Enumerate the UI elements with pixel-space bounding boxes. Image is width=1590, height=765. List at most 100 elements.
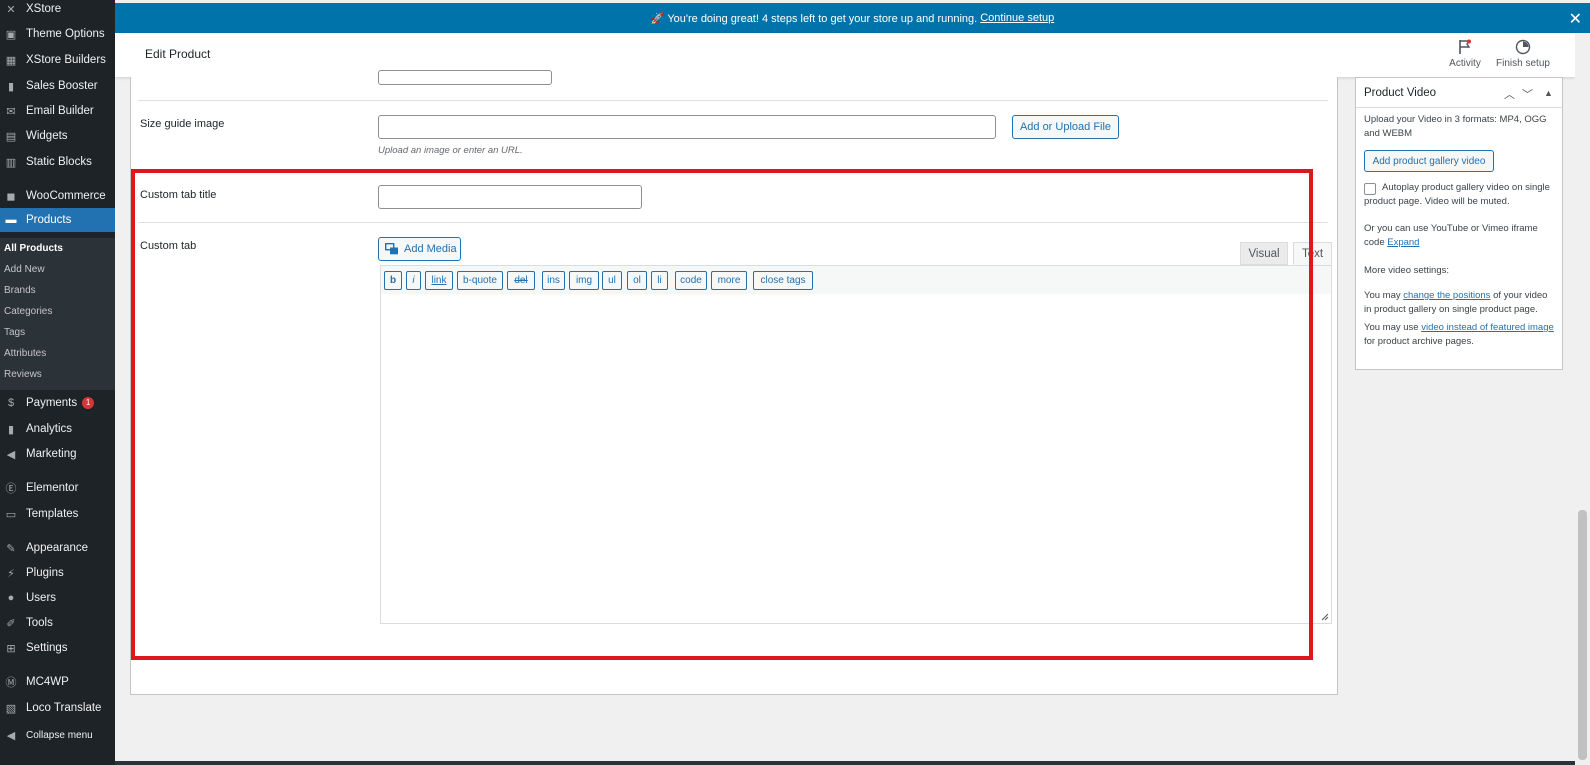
finish-setup-label: Finish setup	[1496, 58, 1550, 69]
sales-booster-icon: ▮	[7, 80, 15, 93]
sidebar-item-marketing[interactable]: ◀ Marketing	[0, 442, 115, 466]
upload-hint: Upload an image or enter an URL.	[378, 145, 523, 156]
progress-clock-icon	[1515, 39, 1531, 55]
sidebar-item-label: XStore Builders	[26, 54, 106, 66]
sidebar-item-theme-options[interactable]: ▣ Theme Options	[0, 22, 115, 46]
submenu-item-brands[interactable]: Brands	[4, 285, 36, 296]
submenu-item-attributes[interactable]: Attributes	[4, 348, 46, 359]
sidebar-item-label: Collapse menu	[26, 729, 93, 741]
expand-link[interactable]: Expand	[1387, 237, 1419, 248]
activity-button[interactable]: Activity	[1445, 39, 1485, 69]
admin-sidebar: ✕ XStore ▣ Theme Options ▦ XStore Builders ▮ Sa…	[0, 0, 115, 765]
sidebar-item-label: Sales Booster	[26, 80, 98, 92]
collapse-toggle-icon[interactable]: ▲	[1544, 88, 1553, 98]
sidebar-item-xstore[interactable]: ✕ XStore	[0, 0, 115, 21]
sidebar-item-widgets[interactable]: ▤ Widgets	[0, 124, 115, 148]
sidebar-item-label: Appearance	[26, 542, 89, 554]
page-header: Edit Product Activity Finish setup	[115, 33, 1575, 77]
settings-icon: ⊞	[6, 642, 16, 655]
loco-icon: ▧	[5, 702, 17, 715]
size-guide-label: Size guide image	[140, 118, 225, 130]
video-instead-of-featured-image-link[interactable]: video instead of featured image	[1421, 322, 1554, 333]
sidebar-item-elementor[interactable]: Ⓔ Elementor	[0, 476, 115, 500]
sidebar-item-loco-translate[interactable]: ▧ Loco Translate	[0, 696, 115, 720]
sidebar-item-sales-booster[interactable]: ▮ Sales Booster	[0, 74, 115, 98]
widgets-icon: ▤	[5, 130, 17, 143]
scrollbar-thumb[interactable]	[1578, 510, 1587, 760]
change-positions-link[interactable]: change the positions	[1403, 290, 1490, 301]
submenu-item-add-new[interactable]: Add New	[4, 264, 45, 275]
sidebar-item-plugins[interactable]: ⚡ Plugins	[0, 561, 115, 585]
continue-setup-link[interactable]: Continue setup	[980, 12, 1054, 24]
move-up-icon[interactable]: ︿	[1504, 86, 1515, 102]
featured-text-block: You may use video instead of featured im…	[1364, 321, 1556, 349]
payments-count-badge: 1	[82, 397, 95, 409]
sidebar-item-label: Users	[26, 592, 57, 604]
elementor-icon: Ⓔ	[5, 483, 17, 495]
sidebar-item-templates[interactable]: ▭ Templates	[0, 502, 115, 526]
sidebar-item-label: Marketing	[26, 448, 77, 460]
marketing-icon: ◀	[6, 448, 16, 461]
submenu-item-reviews[interactable]: Reviews	[4, 369, 42, 380]
size-guide-url-input[interactable]	[378, 115, 996, 139]
mc4wp-icon: Ⓜ	[5, 677, 17, 689]
sidebar-item-collapse-menu[interactable]: ◀ Collapse menu	[0, 723, 115, 747]
sidebar-item-xstore-builders[interactable]: ▦ XStore Builders	[0, 48, 115, 72]
add-or-upload-file-button[interactable]: Add or Upload File	[1012, 115, 1119, 139]
sidebar-item-label: XStore	[26, 3, 62, 15]
autoplay-label: Autoplay product gallery video on single…	[1364, 182, 1550, 207]
product-video-title: Product Video	[1364, 87, 1437, 99]
finish-setup-button[interactable]: Finish setup	[1495, 39, 1551, 69]
sidebar-item-appearance[interactable]: ✎ Appearance	[0, 536, 115, 560]
product-video-header: Product Video ︿ ﹀ ▲	[1356, 78, 1562, 108]
sidebar-item-tools[interactable]: ✐ Tools	[0, 611, 115, 635]
partially-hidden-select[interactable]	[378, 70, 552, 85]
analytics-icon: ▮	[7, 423, 15, 436]
sidebar-item-label: Analytics	[26, 423, 73, 435]
page-title: Edit Product	[145, 47, 211, 61]
sidebar-item-label: Settings	[26, 642, 68, 654]
sidebar-item-label: Payments	[26, 397, 78, 409]
add-product-gallery-video-button[interactable]: Add product gallery video	[1364, 150, 1494, 172]
sidebar-item-label: Tools	[26, 617, 53, 629]
sidebar-item-email-builder[interactable]: ✉ Email Builder	[0, 99, 115, 123]
products-submenu: All Products Add New Brands Categories Tags A…	[0, 238, 115, 390]
activity-label: Activity	[1449, 58, 1481, 69]
sidebar-item-label: Email Builder	[26, 105, 94, 117]
setup-notice-bar: 🚀 You're doing great! 4 steps left to ge…	[115, 3, 1590, 33]
sidebar-item-payments[interactable]: $ Payments 1	[0, 391, 115, 415]
sidebar-item-products[interactable]: ▬ Products	[0, 208, 115, 232]
sidebar-item-label: MC4WP	[26, 676, 69, 688]
sidebar-item-label: Widgets	[26, 130, 68, 142]
featured-pre-text: You may use	[1364, 322, 1419, 333]
sidebar-item-settings[interactable]: ⊞ Settings	[0, 636, 115, 660]
move-down-icon[interactable]: ﹀	[1522, 86, 1533, 102]
positions-text-block: You may change the positions of your vid…	[1364, 289, 1556, 317]
woocommerce-icon: ◼	[6, 190, 16, 203]
sidebar-item-static-blocks[interactable]: ▥ Static Blocks	[0, 150, 115, 174]
sidebar-item-users[interactable]: ● Users	[0, 586, 115, 610]
tools-icon: ✐	[6, 617, 16, 630]
sidebar-item-analytics[interactable]: ▮ Analytics	[0, 417, 115, 441]
sidebar-item-woocommerce[interactable]: ◼ WooCommerce	[0, 184, 115, 208]
products-icon: ▬	[5, 214, 17, 226]
notice-text: 🚀 You're doing great! 4 steps left to ge…	[650, 12, 978, 25]
iframe-text-block: Or you can use YouTube or Vimeo iframe c…	[1364, 222, 1556, 250]
sidebar-item-mc4wp[interactable]: Ⓜ MC4WP	[0, 670, 115, 694]
annotation-highlight-box	[131, 169, 1313, 660]
featured-post-text: for product archive pages.	[1364, 336, 1474, 347]
submenu-item-tags[interactable]: Tags	[4, 327, 25, 338]
sidebar-item-label: Loco Translate	[26, 702, 102, 714]
sidebar-item-label: Products	[26, 214, 72, 226]
resize-handle-icon[interactable]	[1321, 613, 1329, 621]
sidebar-item-label: Elementor	[26, 482, 79, 494]
footer-strip	[115, 761, 1575, 765]
submenu-item-categories[interactable]: Categories	[4, 306, 52, 317]
product-video-box: Product Video ︿ ﹀ ▲ Upload your Video in…	[1355, 77, 1563, 370]
close-icon[interactable]: ✕	[1569, 9, 1582, 29]
static-blocks-icon: ▥	[5, 156, 17, 169]
submenu-item-all-products[interactable]: All Products	[4, 243, 63, 254]
plugins-icon: ⚡	[7, 567, 15, 580]
positions-pre-text: You may	[1364, 290, 1401, 301]
sidebar-item-label: Static Blocks	[26, 156, 92, 168]
